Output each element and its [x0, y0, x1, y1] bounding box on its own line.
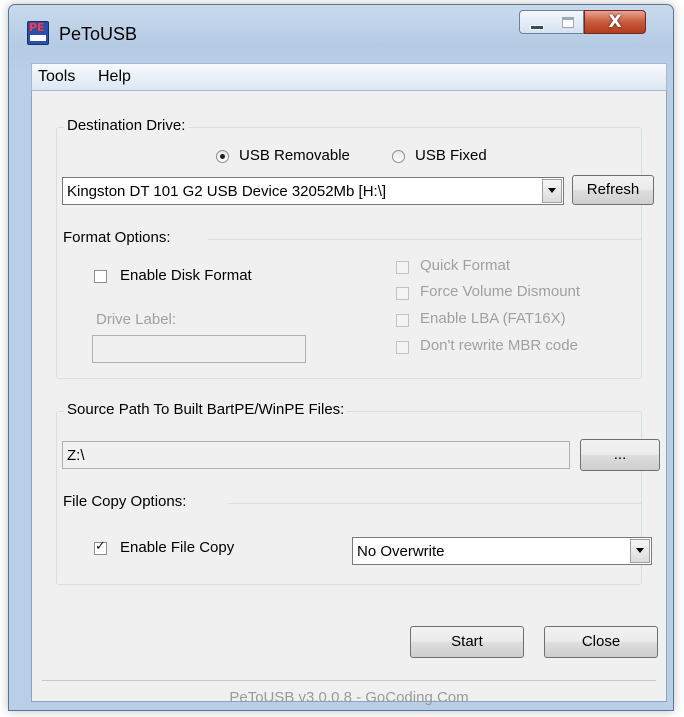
enable-file-copy-checkbox[interactable]: ✓	[94, 539, 107, 555]
source-path-input[interactable]: Z:\	[62, 441, 570, 469]
refresh-button[interactable]: Refresh	[572, 175, 654, 205]
footer-version-text: PeToUSB v3.0.0.8 - GoCoding.Com	[229, 689, 469, 706]
drive-label-input[interactable]	[92, 335, 306, 363]
chevron-down-icon	[636, 548, 644, 553]
destination-drive-select[interactable]: Kingston DT 101 G2 USB Device 32052Mb [H…	[62, 177, 564, 205]
title-bar[interactable]: PE PeToUSB X	[9, 5, 673, 63]
start-button[interactable]: Start	[410, 626, 524, 658]
quick-format-label[interactable]: Quick Format	[420, 257, 510, 274]
dialog-client-area: Destination Drive: USB Removable USB Fix…	[31, 91, 667, 706]
window-title: PeToUSB	[59, 24, 138, 44]
browse-button-label: ...	[613, 446, 627, 463]
source-path-value: Z:\	[67, 447, 85, 464]
format-options-legend: Format Options:	[60, 229, 174, 246]
app-window: PE PeToUSB X Tools Help Destination Driv…	[8, 4, 674, 711]
browse-button[interactable]: ...	[580, 439, 660, 471]
file-copy-options-legend: File Copy Options:	[60, 493, 190, 510]
dont-rewrite-mbr-checkbox[interactable]	[396, 341, 409, 354]
minimize-button[interactable]	[519, 10, 552, 34]
footer-divider	[42, 680, 656, 681]
drive-label-caption: Drive Label:	[96, 311, 177, 328]
start-button-label: Start	[451, 633, 483, 650]
file-copy-options-separator	[228, 503, 642, 504]
enable-file-copy-label[interactable]: Enable File Copy	[120, 539, 234, 556]
destination-drive-value: Kingston DT 101 G2 USB Device 32052Mb [H…	[67, 183, 387, 200]
force-volume-dismount-label[interactable]: Force Volume Dismount	[420, 283, 580, 300]
menu-bar: Tools Help	[31, 63, 667, 91]
menu-help[interactable]: Help	[98, 68, 131, 86]
usb-removable-radio[interactable]	[216, 150, 229, 163]
overwrite-mode-select[interactable]: No Overwrite	[352, 537, 652, 565]
usb-fixed-label[interactable]: USB Fixed	[415, 147, 487, 164]
enable-disk-format-checkbox[interactable]	[94, 270, 107, 283]
close-icon: X	[608, 12, 622, 32]
overwrite-dropdown-arrow[interactable]	[630, 539, 650, 563]
petousb-app-icon[interactable]: PE	[27, 21, 49, 45]
format-options-separator	[208, 239, 642, 240]
usb-removable-label[interactable]: USB Removable	[239, 147, 350, 164]
enable-disk-format-label[interactable]: Enable Disk Format	[120, 267, 252, 284]
chevron-down-icon	[548, 188, 556, 193]
close-window-button[interactable]: X	[584, 10, 646, 34]
close-button-label: Close	[581, 633, 621, 650]
dont-rewrite-mbr-label[interactable]: Don't rewrite MBR code	[420, 337, 578, 354]
usb-fixed-radio[interactable]	[392, 150, 405, 163]
force-volume-dismount-checkbox[interactable]	[396, 287, 409, 300]
refresh-button-label: Refresh	[586, 181, 640, 198]
close-button[interactable]: Close	[544, 626, 658, 658]
quick-format-checkbox[interactable]	[396, 261, 409, 274]
drive-dropdown-arrow[interactable]	[542, 179, 562, 203]
enable-lba-label[interactable]: Enable LBA (FAT16X)	[420, 310, 566, 327]
maximize-button[interactable]	[551, 10, 584, 34]
enable-lba-checkbox[interactable]	[396, 314, 409, 327]
menu-tools[interactable]: Tools	[38, 68, 75, 86]
overwrite-mode-value: No Overwrite	[357, 543, 445, 560]
checkmark-icon: ✓	[95, 539, 106, 554]
destination-drive-legend: Destination Drive:	[64, 117, 189, 134]
minimize-icon	[530, 25, 544, 30]
source-path-legend: Source Path To Built BartPE/WinPE Files:	[64, 401, 348, 418]
maximize-icon	[562, 17, 574, 28]
